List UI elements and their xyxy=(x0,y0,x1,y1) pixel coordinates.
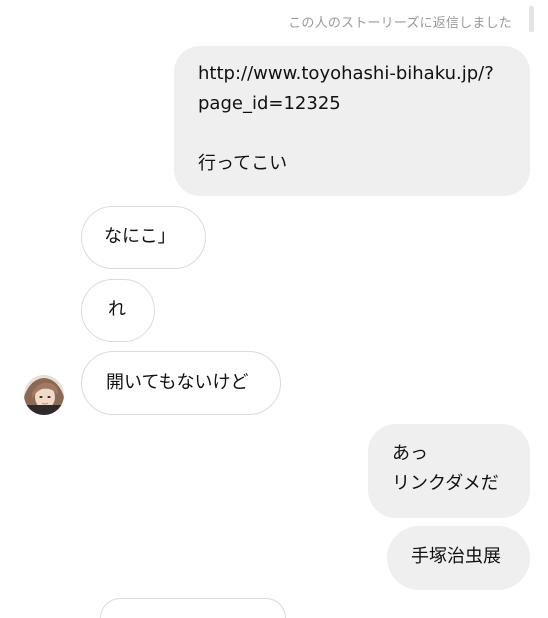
received-message-bubble[interactable]: 開いてもないけど xyxy=(81,351,281,415)
sent-message-bubble[interactable]: 手塚治虫展 xyxy=(387,526,530,590)
sent-message-bubble[interactable]: http://www.toyohashi-bihaku.jp/? page_id… xyxy=(174,46,530,196)
story-thumbnail-edge[interactable] xyxy=(529,6,534,32)
contact-avatar-icon[interactable] xyxy=(24,375,64,415)
received-message-bubble[interactable]: れ xyxy=(81,279,155,342)
sent-message-bubble[interactable]: あっ リンクダメだ xyxy=(368,424,530,518)
avatar-photo xyxy=(24,375,64,415)
received-message-bubble[interactable]: なにこ」 xyxy=(81,206,206,269)
story-reply-note: この人のストーリーズに返信しました xyxy=(288,16,512,31)
partially-visible-message-bubble[interactable] xyxy=(100,598,286,618)
